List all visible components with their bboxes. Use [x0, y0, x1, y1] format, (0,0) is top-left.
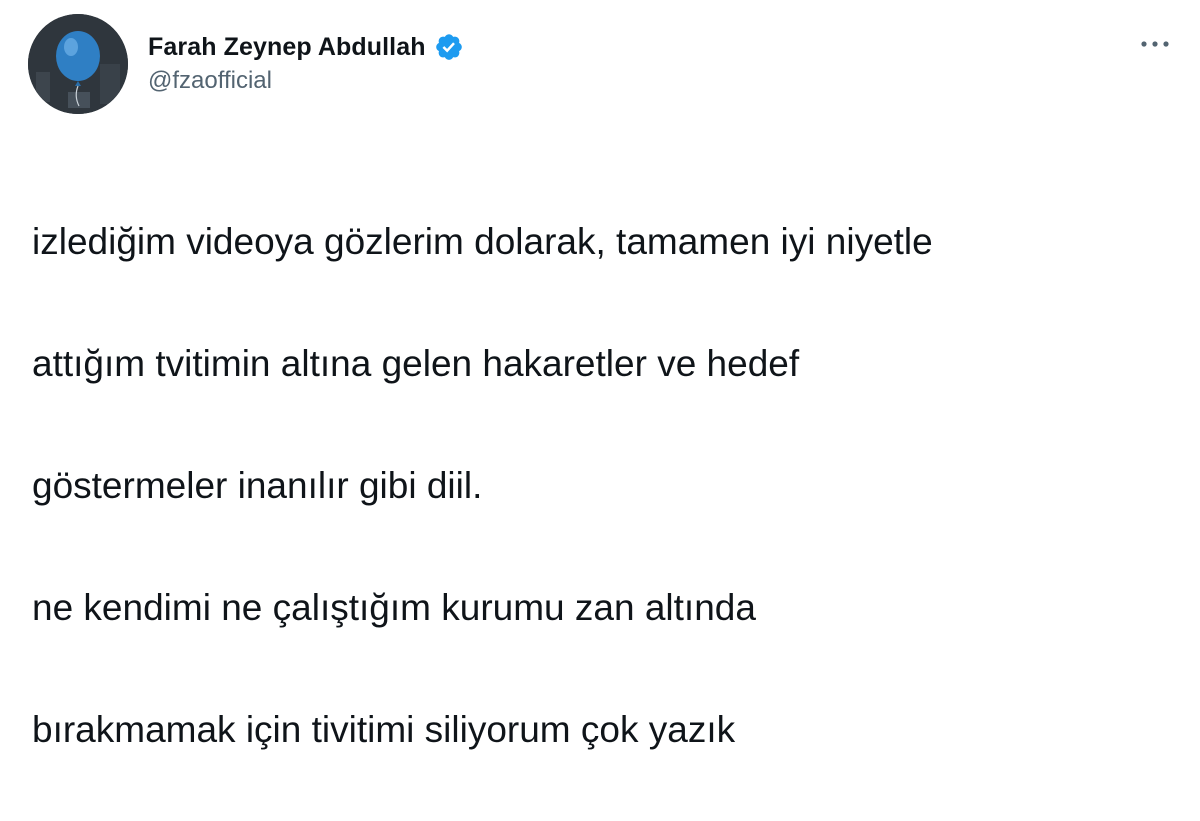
more-options-button[interactable] — [1130, 26, 1180, 62]
tweet-text-line: bırakmamak için tivitimi siliyorum çok y… — [32, 709, 736, 750]
balloon-avatar-image — [28, 14, 128, 114]
verified-badge-icon — [434, 32, 464, 62]
author-name-row: Farah Zeynep Abdullah — [148, 30, 464, 64]
tweet-text-line: ne kendimi ne çalıştığım kurumu zan altı… — [32, 587, 756, 628]
tweet-text-line: göstermeler inanılır gibi diil. — [32, 465, 483, 506]
tweet-text-line: izlediğim videoya gözlerim dolarak, tama… — [32, 221, 933, 262]
tweet-text: izlediğim videoya gözlerim dolarak, tama… — [32, 150, 1182, 821]
more-horizontal-icon — [1141, 41, 1169, 47]
author-handle[interactable]: @fzaofficial — [148, 67, 272, 95]
tweet-card: Farah Zeynep Abdullah @fzaofficial izled… — [0, 0, 1200, 750]
author-display-name[interactable]: Farah Zeynep Abdullah — [148, 33, 426, 62]
avatar[interactable] — [28, 14, 128, 114]
tweet-text-line: attığım tvitimin altına gelen hakaretler… — [32, 343, 800, 384]
